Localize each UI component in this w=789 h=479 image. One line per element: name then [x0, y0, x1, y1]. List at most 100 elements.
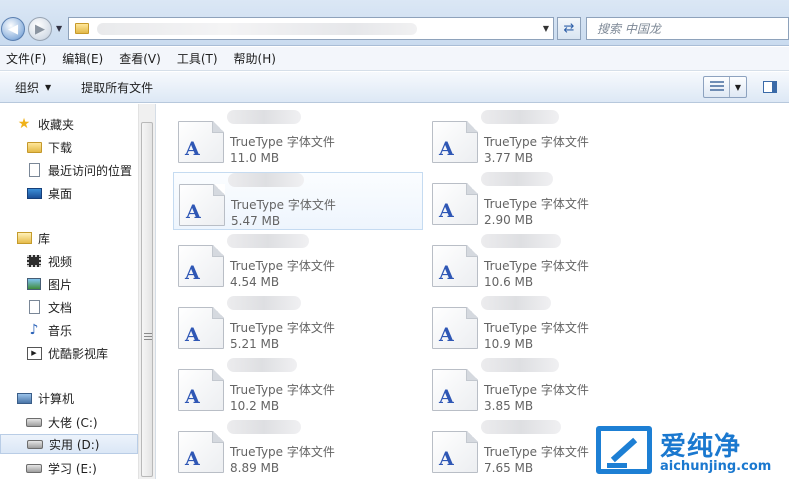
address-bar[interactable]: ▼: [68, 17, 554, 40]
preview-pane-button[interactable]: [760, 78, 780, 96]
extract-all-button[interactable]: 提取所有文件: [81, 79, 153, 96]
nav-libraries[interactable]: 库: [16, 228, 138, 248]
forward-arrow-icon: ▶: [35, 21, 45, 37]
navigation-pane: ★ 收藏夹 下载 最近访问的位置 桌面 库 视频 图片 文档 ♪ 音乐 ▶ 优酷…: [0, 104, 156, 479]
file-tile[interactable]: A TrueType 字体文件 10.6 MB: [427, 234, 677, 292]
file-size: 7.65 MB: [484, 461, 534, 475]
file-size: 11.0 MB: [230, 151, 280, 165]
grip-icon: [144, 333, 152, 340]
file-type: TrueType 字体文件: [484, 197, 589, 211]
menu-view[interactable]: 查看(V): [119, 50, 161, 67]
file-name-blurred: [481, 296, 551, 310]
nav-drive-d[interactable]: 实用 (D:): [0, 434, 138, 454]
document-icon: [28, 300, 40, 314]
font-glyph: A: [185, 386, 200, 408]
scrollbar-thumb[interactable]: [141, 122, 153, 477]
recent-pages-chevron-down-icon[interactable]: ▼: [56, 24, 62, 33]
file-tile[interactable]: A TrueType 字体文件 10.9 MB: [427, 296, 677, 354]
brand-logo-icon: [596, 426, 652, 474]
file-tile[interactable]: A TrueType 字体文件 2.90 MB: [427, 172, 677, 230]
file-tile[interactable]: A TrueType 字体文件 11.0 MB: [173, 110, 423, 168]
drive-icon: [26, 463, 42, 473]
nav-item-label: 最近访问的位置: [48, 163, 133, 178]
file-size: 4.54 MB: [230, 275, 280, 289]
nav-desktop[interactable]: 桌面: [26, 183, 138, 203]
font-file-icon: A: [178, 307, 224, 349]
nav-scrollbar[interactable]: [138, 104, 155, 479]
file-type: TrueType 字体文件: [484, 259, 589, 273]
nav-item-label: 下载: [48, 140, 73, 155]
nav-drive-c[interactable]: 大佬 (C:): [26, 412, 138, 432]
view-options-chevron-down-icon[interactable]: ▼: [730, 83, 746, 92]
nav-drive-e[interactable]: 学习 (E:): [26, 458, 138, 478]
nav-computer[interactable]: 计算机: [16, 388, 138, 408]
file-size: 3.77 MB: [484, 151, 534, 165]
file-name-blurred: [481, 172, 553, 186]
nav-documents[interactable]: 文档: [26, 297, 138, 317]
extract-all-label: 提取所有文件: [81, 80, 154, 95]
refresh-button[interactable]: ⇄: [557, 17, 581, 40]
nav-downloads[interactable]: 下载: [26, 137, 138, 157]
organize-button[interactable]: 组织 ▼: [15, 79, 51, 96]
nav-pictures[interactable]: 图片: [26, 274, 138, 294]
desktop-icon: [26, 187, 42, 199]
drive-icon: [27, 439, 43, 449]
file-tile[interactable]: A TrueType 字体文件 8.89 MB: [173, 420, 423, 478]
forward-button[interactable]: ▶: [28, 17, 52, 41]
file-name-blurred: [227, 110, 301, 124]
back-arrow-icon: ◀: [8, 21, 18, 37]
nav-item-label: 视频: [48, 254, 73, 269]
file-type: TrueType 字体文件: [484, 135, 589, 149]
file-tile[interactable]: A TrueType 字体文件 3.77 MB: [427, 110, 677, 168]
address-dropdown-chevron-down-icon[interactable]: ▼: [539, 24, 553, 33]
font-glyph: A: [186, 201, 201, 223]
file-size: 3.85 MB: [484, 399, 534, 413]
file-size: 10.9 MB: [484, 337, 534, 351]
font-file-icon: A: [432, 307, 478, 349]
file-name-blurred: [227, 420, 301, 434]
nav-item-label: 计算机: [38, 391, 75, 406]
watermark-url: aichunjing.com: [660, 459, 772, 474]
menu-bar: 文件(F) 编辑(E) 查看(V) 工具(T) 帮助(H): [0, 47, 789, 71]
font-glyph: A: [439, 262, 454, 284]
change-view-button[interactable]: ▼: [703, 76, 747, 98]
picture-icon: [27, 278, 41, 290]
refresh-icon: ⇄: [563, 21, 575, 36]
address-toolbar: ◀ ▶ ▼ ▼ ⇄ 搜索 中国龙: [0, 0, 789, 46]
nav-favorites[interactable]: ★ 收藏夹: [16, 114, 138, 134]
nav-item-label: 大佬 (C:): [48, 415, 98, 430]
file-tile[interactable]: A TrueType 字体文件 10.2 MB: [173, 358, 423, 416]
file-type: TrueType 字体文件: [230, 135, 335, 149]
drive-icon: [26, 417, 42, 427]
file-type: TrueType 字体文件: [231, 198, 336, 212]
nav-videos[interactable]: 视频: [26, 251, 138, 271]
file-name-blurred: [227, 234, 309, 248]
nav-youku-library[interactable]: ▶ 优酷影视库: [26, 343, 138, 363]
nav-music[interactable]: ♪ 音乐: [26, 320, 138, 340]
nav-item-label: 文档: [48, 300, 73, 315]
font-file-icon: A: [432, 121, 478, 163]
file-size: 2.90 MB: [484, 213, 534, 227]
file-size: 5.47 MB: [231, 214, 281, 228]
back-button[interactable]: ◀: [1, 17, 25, 41]
nav-recent-places[interactable]: 最近访问的位置: [26, 160, 138, 180]
font-glyph: A: [439, 324, 454, 346]
watermark-brand: 爱纯净: [660, 432, 742, 462]
file-size: 10.6 MB: [484, 275, 534, 289]
menu-edit[interactable]: 编辑(E): [62, 50, 103, 67]
nav-item-label: 优酷影视库: [48, 346, 109, 361]
menu-help[interactable]: 帮助(H): [234, 50, 276, 67]
search-input[interactable]: 搜索 中国龙: [586, 17, 789, 40]
menu-tools[interactable]: 工具(T): [177, 50, 218, 67]
file-tile[interactable]: A TrueType 字体文件 4.54 MB: [173, 234, 423, 292]
font-file-icon: A: [179, 184, 225, 226]
file-tile[interactable]: A TrueType 字体文件 3.85 MB: [427, 358, 677, 416]
file-type: TrueType 字体文件: [484, 445, 589, 459]
file-type: TrueType 字体文件: [230, 321, 335, 335]
file-tile[interactable]: A TrueType 字体文件 5.47 MB: [173, 172, 423, 230]
menu-file[interactable]: 文件(F): [6, 50, 46, 67]
library-icon: [16, 232, 32, 244]
file-tile[interactable]: A TrueType 字体文件 5.21 MB: [173, 296, 423, 354]
nav-item-label: 实用 (D:): [49, 437, 100, 452]
font-glyph: A: [439, 200, 454, 222]
